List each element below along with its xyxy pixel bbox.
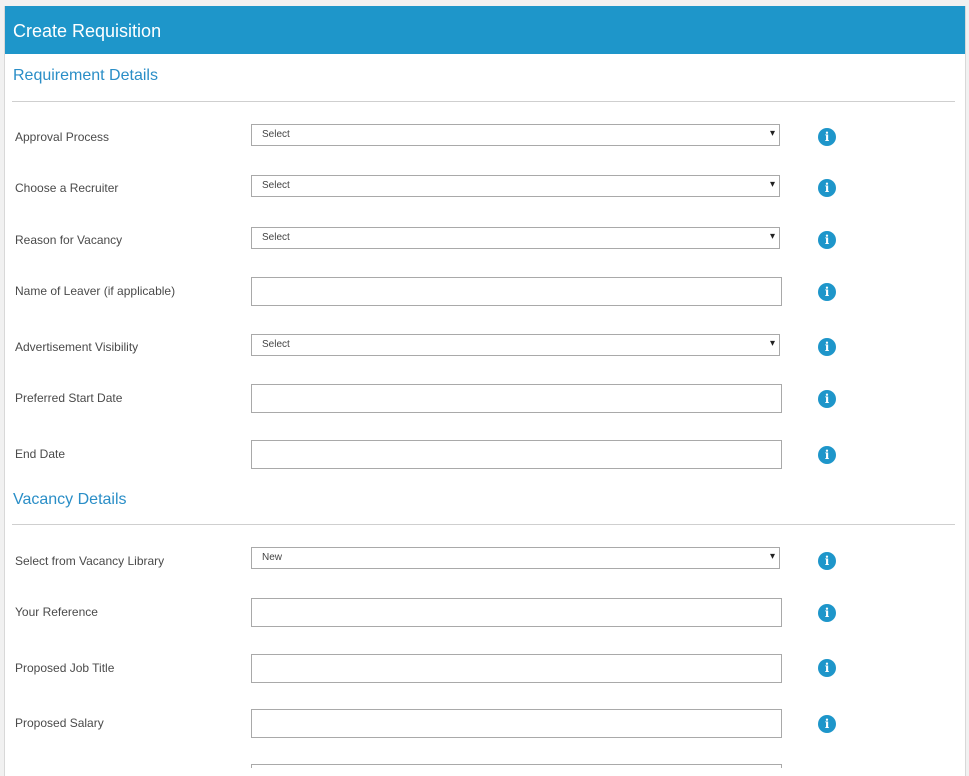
info-icon[interactable]: i xyxy=(818,231,836,249)
page-title: Create Requisition xyxy=(13,21,162,41)
info-icon[interactable]: i xyxy=(818,390,836,408)
section-divider xyxy=(12,101,955,102)
next-field-input[interactable] xyxy=(251,764,782,768)
your-reference-input[interactable] xyxy=(251,598,782,627)
info-icon[interactable]: i xyxy=(818,128,836,146)
chevron-down-icon: ▾ xyxy=(769,179,775,190)
vacancy-library-select[interactable]: New ▾ xyxy=(251,547,780,569)
info-icon[interactable]: i xyxy=(818,179,836,197)
section-title-requirement-details: Requirement Details xyxy=(13,67,158,84)
name-of-leaver-label: Name of Leaver (if applicable) xyxy=(15,284,176,298)
chevron-down-icon: ▾ xyxy=(769,551,775,562)
name-of-leaver-input[interactable] xyxy=(251,277,782,306)
choose-recruiter-value: Select xyxy=(262,180,290,191)
approval-process-value: Select xyxy=(262,129,290,140)
chevron-down-icon: ▾ xyxy=(769,128,775,139)
proposed-job-title-input[interactable] xyxy=(251,654,782,683)
approval-process-select[interactable]: Select ▾ xyxy=(251,124,780,146)
section-divider xyxy=(12,524,955,525)
info-icon[interactable]: i xyxy=(818,604,836,622)
choose-recruiter-label: Choose a Recruiter xyxy=(15,181,119,195)
advertisement-visibility-value: Select xyxy=(262,339,290,350)
reason-for-vacancy-label: Reason for Vacancy xyxy=(15,233,123,247)
advertisement-visibility-label: Advertisement Visibility xyxy=(15,340,139,354)
end-date-label: End Date xyxy=(15,447,66,461)
choose-recruiter-select[interactable]: Select ▾ xyxy=(251,175,780,197)
info-icon[interactable]: i xyxy=(818,446,836,464)
chevron-down-icon: ▾ xyxy=(769,338,775,349)
info-icon[interactable]: i xyxy=(818,715,836,733)
approval-process-label: Approval Process xyxy=(15,130,110,144)
proposed-salary-input[interactable] xyxy=(251,709,782,738)
proposed-job-title-label: Proposed Job Title xyxy=(15,661,115,675)
your-reference-label: Your Reference xyxy=(15,605,98,619)
end-date-input[interactable] xyxy=(251,440,782,469)
info-icon[interactable]: i xyxy=(818,283,836,301)
section-title-vacancy-details: Vacancy Details xyxy=(13,491,127,508)
advertisement-visibility-select[interactable]: Select ▾ xyxy=(251,334,780,356)
vacancy-library-value: New xyxy=(262,552,283,563)
preferred-start-date-input[interactable] xyxy=(251,384,782,413)
reason-for-vacancy-value: Select xyxy=(262,232,290,243)
chevron-down-icon: ▾ xyxy=(769,231,775,242)
reason-for-vacancy-select[interactable]: Select ▾ xyxy=(251,227,780,249)
info-icon[interactable]: i xyxy=(818,552,836,570)
panel-header: Create Requisition xyxy=(5,6,965,54)
vacancy-library-label: Select from Vacancy Library xyxy=(15,554,165,568)
info-icon[interactable]: i xyxy=(818,659,836,677)
preferred-start-date-label: Preferred Start Date xyxy=(15,391,123,405)
info-icon[interactable]: i xyxy=(818,338,836,356)
proposed-salary-label: Proposed Salary xyxy=(15,716,104,730)
